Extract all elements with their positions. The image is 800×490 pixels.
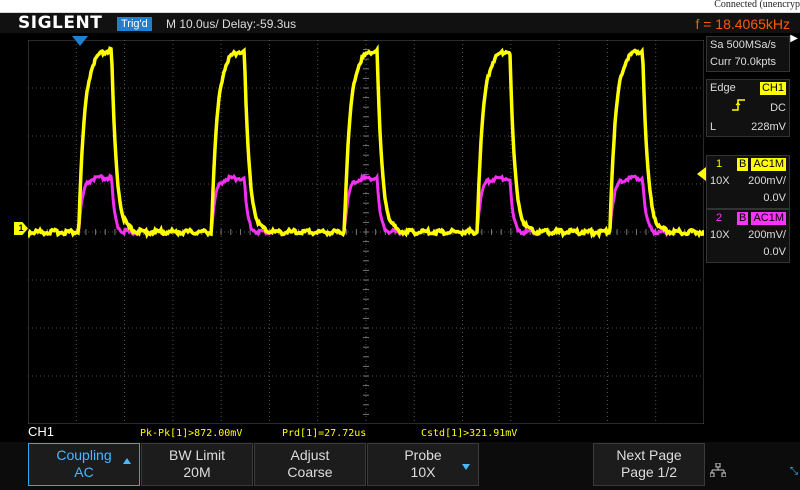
trigger-coupling: DC <box>770 102 786 114</box>
ch2-panel[interactable]: 2 B AC1M 10X 200mV/ 0.0V <box>706 209 790 263</box>
ch1-panel[interactable]: 1 B AC1M 10X 200mV/ 0.0V <box>706 155 790 209</box>
arrow-down-icon <box>462 464 470 470</box>
trigger-panel[interactable]: Edge CH1 DC L 228mV <box>706 79 790 137</box>
ch2-bw-flag: B <box>737 212 749 225</box>
frequency-readout: f = 18.4065kHz <box>695 16 790 32</box>
adjust-softkey[interactable]: Adjust Coarse <box>254 443 366 486</box>
trigger-status-badge: Trig'd <box>117 17 152 31</box>
acquisition-panel[interactable]: Sa 500MSa/s Curr 70.0kpts <box>706 36 790 72</box>
ch2-probe: 10X <box>710 229 730 241</box>
softkey-value: Coarse <box>287 464 333 480</box>
arrow-up-icon <box>123 458 131 464</box>
ch2-coupling: AC1M <box>751 212 786 225</box>
trigger-source: CH1 <box>759 82 786 95</box>
scroll-right-icon[interactable]: ▶ <box>790 33 798 44</box>
resize-icon[interactable]: ⤡ <box>790 466 798 477</box>
next-page-softkey[interactable]: Next Page Page 1/2 <box>593 443 705 486</box>
softkey-value: AC <box>74 464 94 480</box>
ch1-probe: 10X <box>710 175 730 187</box>
active-channel-label: CH1 <box>28 424 55 439</box>
waveform-svg <box>28 40 704 424</box>
softkey-value: 20M <box>183 464 211 480</box>
trigger-position-icon[interactable] <box>72 36 88 46</box>
trigger-type: Edge <box>710 82 736 94</box>
ch2-number: 2 <box>716 212 723 224</box>
ch2-offset: 0.0V <box>763 246 786 258</box>
sample-rate: Sa 500MSa/s <box>710 39 777 51</box>
probe-softkey[interactable]: Probe 10X <box>367 443 479 486</box>
trigger-level-label: L <box>710 121 717 133</box>
ch2-scale: 200mV/ <box>748 229 786 241</box>
trigger-level-icon[interactable] <box>697 167 706 181</box>
measurement-pkpk: Pk-Pk[1]>872.00mV <box>140 428 243 439</box>
softkey-label: BW Limit <box>169 447 225 463</box>
ch1-offset: 0.0V <box>763 192 786 204</box>
timebase-readout: M 10.0us/ Delay:-59.3us <box>166 17 297 31</box>
rising-edge-icon <box>732 99 746 114</box>
network-icon <box>709 462 727 481</box>
softkey-label: Adjust <box>290 447 330 463</box>
empty-softkey[interactable] <box>480 443 592 486</box>
softkey-label: Probe <box>404 447 442 463</box>
ch1-offset-marker[interactable]: 1 <box>14 222 28 235</box>
softkey-label: Next Page <box>616 447 682 463</box>
brand-logo: SIGLENT <box>18 13 103 33</box>
waveform-display <box>28 40 704 424</box>
ch1-number: 1 <box>716 158 723 170</box>
coupling-softkey[interactable]: Coupling AC <box>28 443 140 486</box>
trigger-level-value: 228mV <box>751 121 786 133</box>
ch1-scale: 200mV/ <box>748 175 786 187</box>
memory-depth: Curr 70.0kpts <box>710 56 777 68</box>
ch1-coupling: AC1M <box>751 158 786 171</box>
ch1-bw-flag: B <box>737 158 749 171</box>
measurement-period: Prd[1]=27.72us <box>282 428 367 439</box>
bw-limit-softkey[interactable]: BW Limit 20M <box>141 443 253 486</box>
measurement-cstd: Cstd[1]>321.91mV <box>421 428 518 439</box>
connection-bar: Connected (unencryp <box>0 0 800 13</box>
connection-status: Connected (unencryp <box>714 0 800 10</box>
softkey-value: Page 1/2 <box>620 464 678 480</box>
